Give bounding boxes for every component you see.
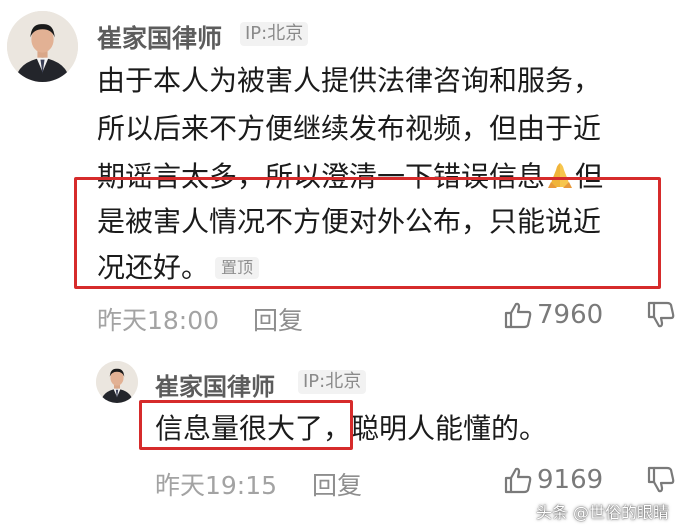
comment-line-4: 是被害人情况不方便对外公布，只能说近: [97, 205, 602, 238]
reply-text-part2: 聪明人能懂的。: [351, 412, 548, 445]
comment-line-3-text: 期谣言太多，所以澄清一下错误信息: [97, 160, 546, 193]
comment-like-button[interactable]: 7960: [503, 300, 603, 330]
thumbs-down-icon: [647, 301, 675, 328]
reply-dislike-button[interactable]: [646, 465, 676, 499]
pinned-badge: 置顶: [215, 257, 260, 279]
reply-like-button[interactable]: 9169: [503, 465, 603, 495]
author-avatar[interactable]: [7, 11, 78, 82]
thumbs-up-icon: [504, 467, 532, 494]
reply-text-part1: 信息量很大了，: [155, 412, 352, 445]
comment-dislike-button[interactable]: [646, 300, 676, 334]
comment-reply-button[interactable]: 回复: [253, 301, 303, 337]
comment-line-5-text: 况还好。: [97, 251, 210, 284]
praying-hands-icon: [545, 160, 575, 196]
reply-author-avatar[interactable]: [96, 361, 138, 403]
comment-line-3-tail: 但: [575, 160, 604, 193]
reply-reply-button[interactable]: 回复: [312, 466, 362, 502]
reply-text-line: 信息量很大了，聪明人能懂的。: [155, 414, 547, 444]
thumbs-up-icon: [504, 302, 532, 329]
comment-line-3: 期谣言太多，所以澄清一下错误信息 但: [97, 160, 603, 196]
thumbs-down-icon: [647, 466, 675, 493]
reply-author-name[interactable]: 崔家国律师: [155, 367, 275, 402]
reply-timestamp: 昨天19:15: [155, 471, 278, 500]
avatar-photo: [96, 361, 138, 403]
reply-ip-badge: IP:北京: [298, 370, 367, 394]
watermark: 头条 @世俗的眼睛: [535, 503, 669, 522]
comment-line-5: 况还好。 置顶: [97, 251, 260, 284]
avatar-photo: [7, 11, 78, 82]
reply-like-count: 9169: [537, 465, 604, 495]
comment-author-name[interactable]: 崔家国律师: [97, 19, 222, 55]
comment-line-1: 由于本人为被害人提供法律咨询和服务，: [97, 64, 602, 97]
comment-timestamp: 昨天18:00: [97, 306, 220, 335]
comment-ip-badge: IP:北京: [240, 22, 309, 46]
comment-line-2: 所以后来不方便继续发布视频，但由于近: [97, 112, 602, 145]
comment-like-count: 7960: [537, 300, 604, 330]
